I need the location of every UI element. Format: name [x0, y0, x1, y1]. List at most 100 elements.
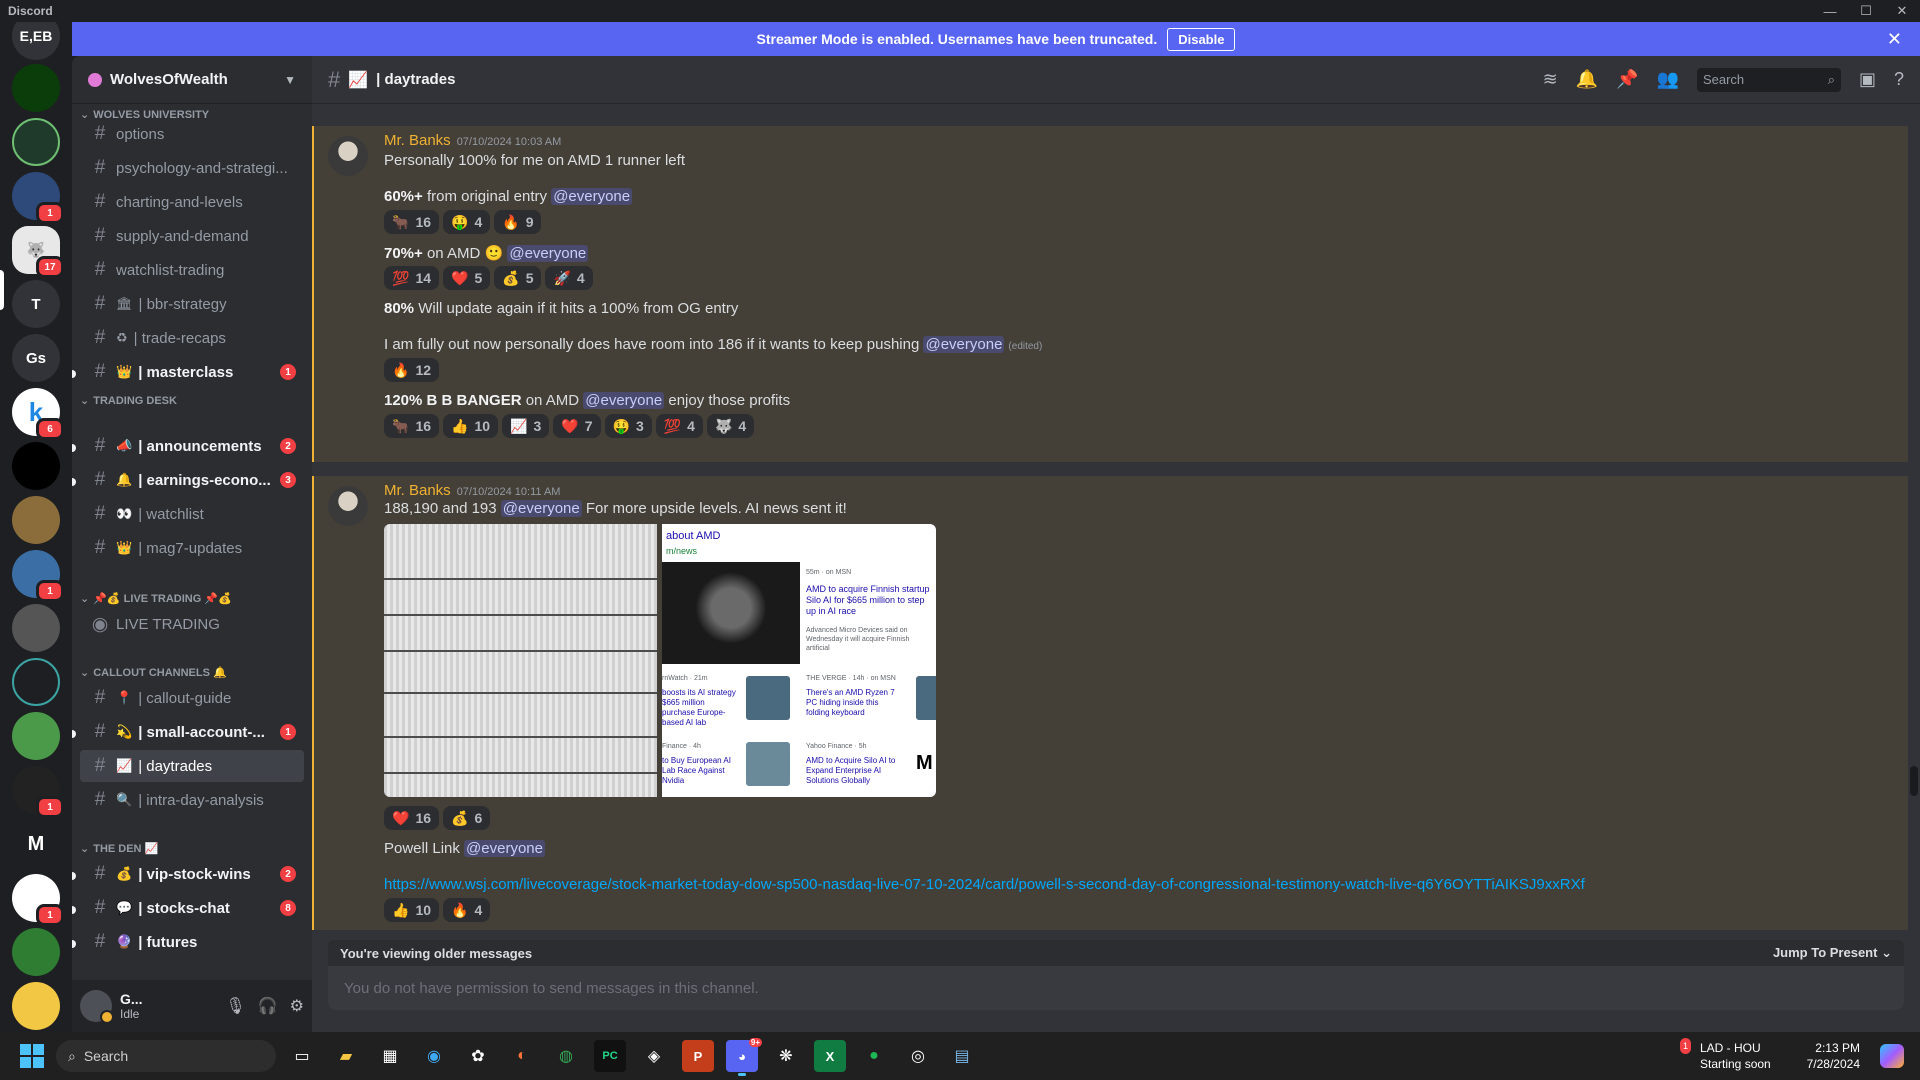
channel-supply[interactable]: # supply-and-demand	[80, 220, 304, 252]
scrollbar-thumb[interactable]	[1910, 766, 1918, 796]
search-input[interactable]: Search ⌕	[1696, 67, 1841, 92]
image-attachment-news[interactable]: about AMD m/news 55m · on MSN AMD to acq…	[662, 524, 936, 797]
category-live-trading[interactable]: ⌄ 📌💰 LIVE TRADING 📌💰	[80, 592, 232, 605]
scrollbar[interactable]	[1910, 166, 1918, 936]
reaction[interactable]: 💰 5	[494, 266, 542, 290]
snipping-icon[interactable]: ❋	[770, 1040, 802, 1072]
server-icon[interactable]: 1	[12, 766, 64, 818]
jump-to-present-button[interactable]: Jump To Present ⌄	[1773, 945, 1892, 961]
guild-header[interactable]: WolvesOfWealth ▼	[72, 56, 312, 104]
reaction[interactable]: 👍 10	[384, 898, 440, 922]
channel-daytrades[interactable]: # 📈 | daytrades	[80, 750, 304, 782]
channel-trade-recaps[interactable]: # ♻ | trade-recaps	[80, 322, 304, 354]
threads-icon[interactable]: ≋	[1543, 69, 1558, 90]
task-view-icon[interactable]: ▭	[286, 1040, 318, 1072]
help-icon[interactable]: ?	[1894, 69, 1904, 90]
file-explorer-icon[interactable]: ▰	[330, 1040, 362, 1072]
pycharm-icon[interactable]: PC	[594, 1040, 626, 1072]
server-icon[interactable]: k6	[12, 388, 64, 440]
channel-charting[interactable]: # charting-and-levels	[80, 186, 304, 218]
reaction[interactable]: ❤️ 16	[384, 806, 440, 830]
avatar[interactable]	[80, 990, 114, 1024]
channel-watchlist-trading[interactable]: # watchlist-trading	[80, 254, 304, 286]
close-icon[interactable]: ✕	[1887, 29, 1902, 50]
reaction[interactable]: 🤑 3	[604, 414, 652, 438]
server-icon[interactable]	[12, 442, 60, 490]
members-icon[interactable]: 👥	[1657, 69, 1679, 90]
channel-futures[interactable]: # 🔮 | futures	[80, 926, 304, 958]
message-composer[interactable]: You do not have permission to send messa…	[328, 966, 1904, 1010]
server-icon[interactable]	[12, 604, 60, 652]
microphone-icon[interactable]: 🎙	[225, 996, 245, 1016]
store-icon[interactable]: ▦	[374, 1040, 406, 1072]
server-icon[interactable]: T	[12, 280, 60, 328]
headphones-icon[interactable]: 🎧	[258, 996, 278, 1016]
disable-streamer-button[interactable]: Disable	[1167, 27, 1236, 51]
avatar[interactable]	[328, 136, 368, 176]
spotify-icon[interactable]: ●	[858, 1040, 890, 1072]
channel-announcements[interactable]: # 📣 | announcements 2	[80, 430, 304, 462]
reaction[interactable]: 👍 10	[443, 414, 499, 438]
reaction[interactable]: 🔥 12	[384, 358, 440, 382]
channel-options[interactable]: # options	[80, 118, 304, 150]
reaction[interactable]: 💯 4	[655, 414, 703, 438]
reaction[interactable]: 🤑 4	[443, 210, 491, 234]
server-icon[interactable]: M	[12, 820, 60, 868]
server-icon[interactable]: 1	[12, 172, 64, 224]
server-icon[interactable]: Gs	[12, 334, 60, 382]
server-icon[interactable]	[12, 64, 60, 112]
channel-intra-day-analysis[interactable]: # 🔍 | intra-day-analysis	[80, 784, 304, 816]
everyone-mention[interactable]: @everyone	[551, 188, 633, 205]
reaction[interactable]: 🐺 4	[706, 414, 755, 438]
bell-icon[interactable]: 🔔	[1576, 69, 1598, 90]
category-trading-desk[interactable]: ⌄ TRADING DESK	[80, 394, 177, 408]
channel-psychology[interactable]: # psychology-and-strategi...	[80, 152, 304, 184]
close-window-icon[interactable]: ✕	[1884, 0, 1920, 22]
reaction[interactable]: 💰 6	[443, 806, 491, 830]
author-name[interactable]: Mr. Banks	[384, 132, 451, 149]
image-attachment[interactable]	[384, 524, 657, 797]
taskbar-search[interactable]: ⌕ Search	[56, 1040, 276, 1072]
server-icon[interactable]	[12, 118, 60, 166]
gear-icon[interactable]: ⚙	[290, 996, 304, 1016]
powerpoint-icon[interactable]: P	[682, 1040, 714, 1072]
everyone-mention[interactable]: @everyone	[464, 840, 545, 857]
channel-masterclass[interactable]: # 👑 | masterclass 1	[80, 356, 304, 388]
category-callout-channels[interactable]: ⌄ CALLOUT CHANNELS 🔔	[80, 666, 227, 679]
reaction[interactable]: 💯 14	[384, 266, 440, 290]
minimize-icon[interactable]: —	[1812, 0, 1848, 22]
edge-icon[interactable]: ◉	[418, 1040, 450, 1072]
discord-taskbar-icon[interactable]: ◕ 9+	[726, 1038, 762, 1076]
everyone-mention[interactable]: @everyone	[923, 336, 1005, 353]
everyone-mention[interactable]: @everyone	[583, 392, 665, 409]
everyone-mention[interactable]: @everyone	[507, 245, 589, 262]
app-icon[interactable]: ◈	[638, 1040, 670, 1072]
reaction[interactable]: 🐂 16	[384, 414, 440, 438]
inbox-icon[interactable]: ▣	[1859, 69, 1876, 90]
steam-icon[interactable]: ◎	[902, 1040, 934, 1072]
category-the-den[interactable]: ⌄ THE DEN 📈	[80, 842, 158, 855]
channel-watchlist[interactable]: # 👀 | watchlist	[80, 498, 304, 530]
channel-mag7-updates[interactable]: # 👑 | mag7-updates	[80, 532, 304, 564]
reaction[interactable]: ❤️ 5	[443, 266, 491, 290]
everyone-mention[interactable]: @everyone	[500, 500, 582, 517]
channel-stocks-chat[interactable]: # 💬 | stocks-chat 8	[80, 892, 304, 924]
reaction[interactable]: ❤️ 7	[553, 414, 601, 438]
channel-small-account[interactable]: # 💫 | small-account-... 1	[80, 716, 304, 748]
reaction[interactable]: 🔥 4	[443, 898, 491, 922]
wsj-link[interactable]: https://www.wsj.com/livecoverage/stock-m…	[384, 876, 1585, 893]
author-name[interactable]: Mr. Banks	[384, 482, 451, 499]
reaction[interactable]: 📈 3	[502, 414, 550, 438]
server-icon[interactable]	[12, 982, 60, 1030]
sports-widget[interactable]: 1 LAD - HOU Starting soon	[1670, 1038, 1771, 1072]
maximize-icon[interactable]: ☐	[1848, 0, 1884, 22]
chrome-icon[interactable]: ◍	[550, 1040, 582, 1072]
copilot-icon[interactable]	[1880, 1044, 1904, 1068]
server-icon[interactable]	[12, 712, 60, 760]
reaction[interactable]: 🐂 16	[384, 210, 440, 234]
excel-icon[interactable]: X	[814, 1040, 846, 1072]
stage-live-trading[interactable]: ◉ LIVE TRADING	[80, 608, 304, 640]
app-icon[interactable]: ✿	[462, 1040, 494, 1072]
channel-bbr-strategy[interactable]: # 🏛 | bbr-strategy	[80, 288, 304, 320]
clock[interactable]: 2:13 PM 7/28/2024	[1807, 1040, 1860, 1072]
